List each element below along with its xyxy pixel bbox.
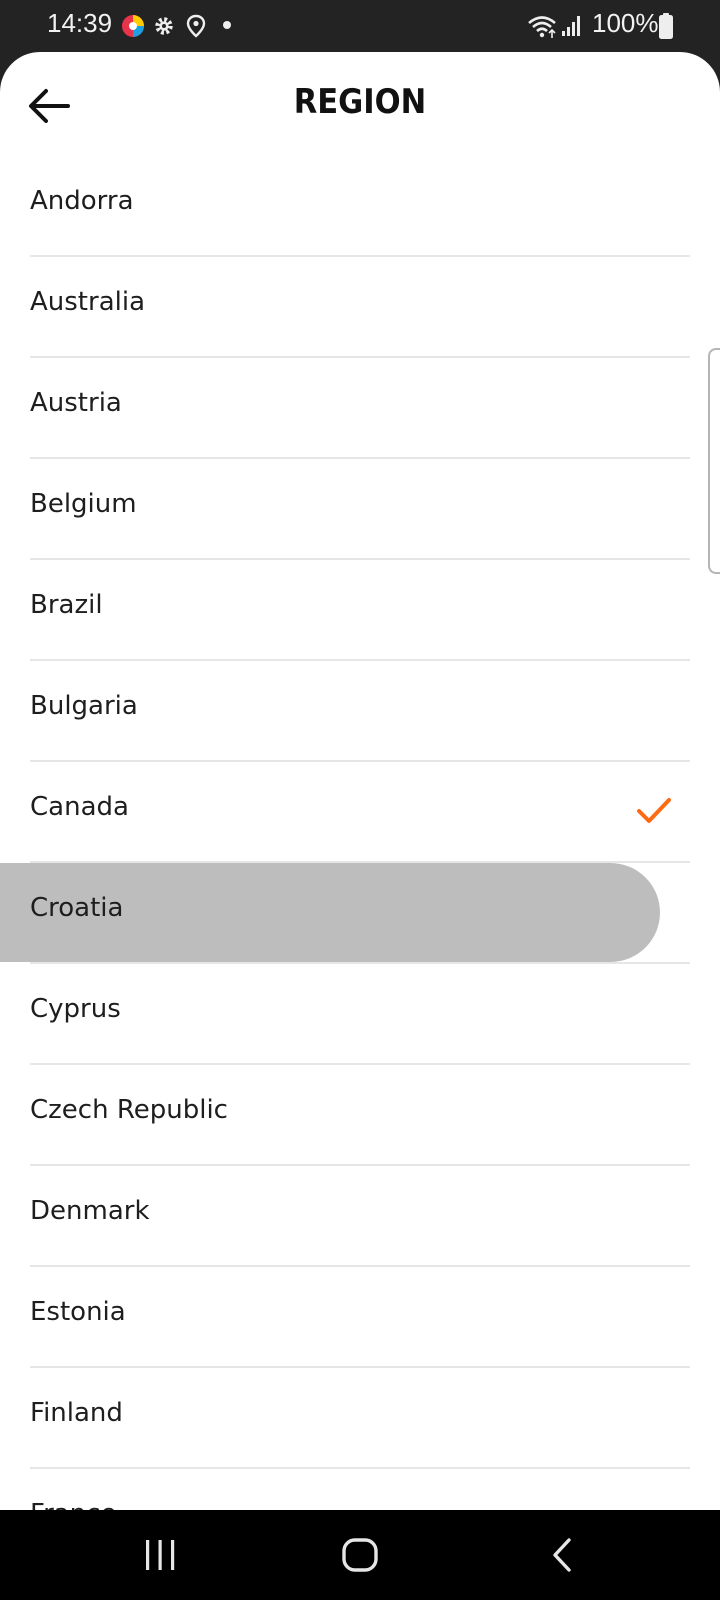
region-label: Estonia	[30, 1297, 126, 1327]
region-label: Brazil	[30, 590, 103, 620]
battery-icon	[659, 13, 673, 39]
dot-icon	[223, 21, 231, 29]
region-label: France	[30, 1499, 116, 1510]
scrollbar-thumb[interactable]	[708, 348, 720, 574]
header: REGION	[0, 52, 720, 156]
region-list: Andorra Australia Austria Belgium Brazil…	[0, 156, 720, 1510]
region-label: Finland	[30, 1398, 123, 1428]
region-item-belgium[interactable]: Belgium	[0, 459, 720, 560]
gear-icon	[155, 17, 173, 35]
region-item-cyprus[interactable]: Cyprus	[0, 964, 720, 1065]
region-item-austria[interactable]: Austria	[0, 358, 720, 459]
region-label: Canada	[30, 792, 129, 822]
location-icon	[186, 14, 206, 38]
region-item-denmark[interactable]: Denmark	[0, 1166, 720, 1267]
region-label: Andorra	[30, 186, 134, 216]
region-label: Belgium	[30, 489, 137, 519]
region-sheet: REGION Andorra Australia Austria Belgium…	[0, 52, 720, 1510]
region-item-canada[interactable]: Canada	[0, 762, 720, 863]
region-label: Croatia	[30, 893, 124, 923]
region-item-australia[interactable]: Australia	[0, 257, 720, 358]
region-label: Bulgaria	[30, 691, 138, 721]
region-label: Czech Republic	[30, 1095, 228, 1125]
region-item-croatia[interactable]: Croatia	[0, 863, 720, 964]
signal-icon	[562, 16, 580, 36]
region-label: Australia	[30, 287, 146, 317]
page-title: REGION	[293, 82, 427, 122]
recent-apps-icon[interactable]	[140, 1532, 180, 1578]
region-item-france[interactable]: France	[0, 1469, 720, 1510]
region-label: Denmark	[30, 1196, 150, 1226]
region-label: Austria	[30, 388, 122, 418]
back-icon[interactable]	[548, 1532, 578, 1578]
checkmark-icon	[637, 798, 671, 823]
navigation-bar	[0, 1510, 720, 1600]
battery-percentage: 100%	[592, 8, 659, 38]
wifi-icon	[528, 16, 556, 38]
region-item-czech-republic[interactable]: Czech Republic	[0, 1065, 720, 1166]
region-item-finland[interactable]: Finland	[0, 1368, 720, 1469]
status-time: 14:39	[47, 8, 113, 38]
app-notification-icon	[122, 15, 144, 37]
region-item-bulgaria[interactable]: Bulgaria	[0, 661, 720, 762]
region-item-andorra[interactable]: Andorra	[0, 156, 720, 257]
region-item-estonia[interactable]: Estonia	[0, 1267, 720, 1368]
region-label: Cyprus	[30, 994, 121, 1024]
status-bar: 14:39 100%	[0, 0, 720, 52]
home-icon[interactable]	[340, 1532, 384, 1578]
region-item-brazil[interactable]: Brazil	[0, 560, 720, 661]
